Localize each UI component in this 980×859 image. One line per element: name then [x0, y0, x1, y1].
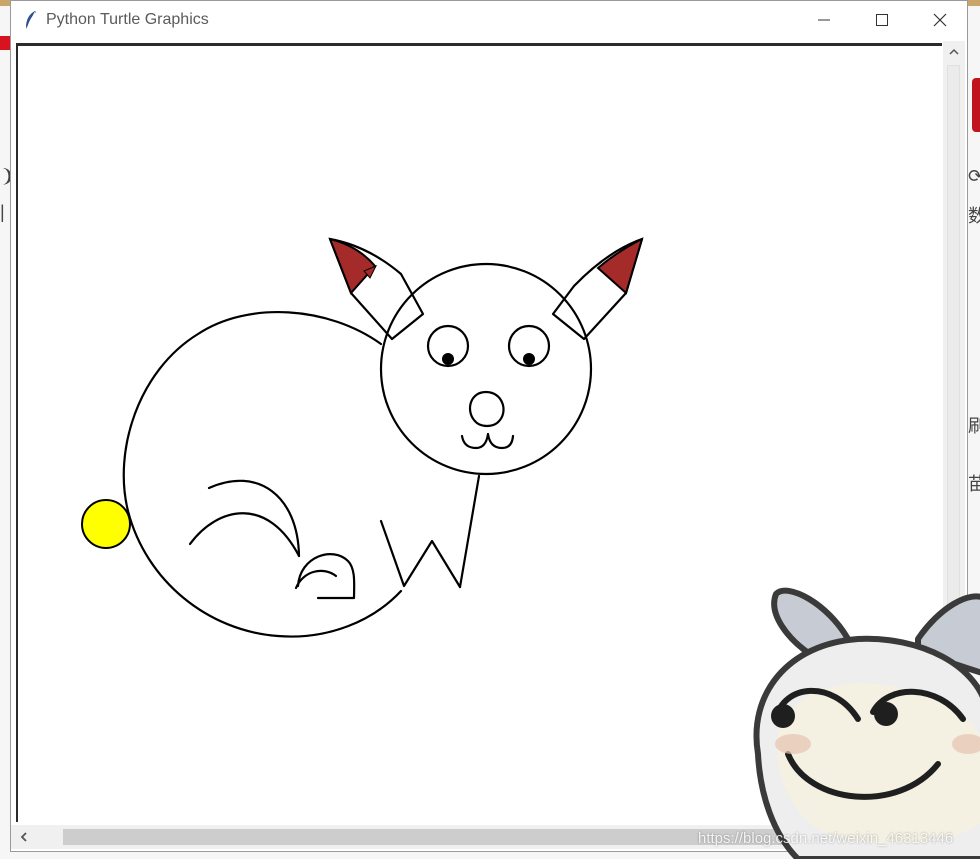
rabbit-body	[122, 311, 403, 638]
close-button[interactable]	[911, 1, 969, 39]
minimize-button[interactable]	[795, 1, 853, 39]
left-pupil	[442, 353, 454, 365]
close-icon	[933, 13, 947, 27]
scroll-up-arrow-icon[interactable]	[947, 45, 961, 59]
rabbit-nose	[468, 390, 505, 428]
rabbit-tail	[81, 499, 131, 549]
front-legs	[379, 519, 462, 589]
background-red-button	[972, 78, 980, 132]
background-glyph: 刷	[968, 416, 980, 436]
chest-line	[458, 474, 481, 589]
background-glyph: ⟳	[968, 166, 980, 186]
background-glyph: 苗	[968, 474, 980, 494]
back-leg-arc-inner	[188, 512, 301, 558]
watermark-url: https://blog.csdn.net/weixin_46313446	[698, 830, 954, 847]
background-glyph: |	[0, 202, 5, 222]
sticker-left-blush	[775, 734, 811, 754]
maximize-button[interactable]	[853, 1, 911, 39]
right-pupil	[523, 353, 535, 365]
minimize-icon	[818, 19, 830, 21]
sticker-left-pupil	[771, 704, 795, 728]
scroll-left-arrow-icon[interactable]	[17, 830, 31, 844]
maximize-icon	[876, 14, 888, 26]
feather-icon	[26, 11, 36, 29]
background-glyph: 数	[968, 206, 980, 226]
rabbit-sticker	[753, 587, 980, 859]
window-title: Python Turtle Graphics	[46, 11, 209, 28]
right-ear-tip	[596, 237, 644, 295]
sticker-right-pupil	[874, 702, 898, 726]
background-red-tag	[0, 36, 10, 50]
left-ear-tip	[328, 237, 377, 295]
title-bar[interactable]: Python Turtle Graphics	[11, 1, 967, 39]
rabbit-mouth	[460, 432, 515, 450]
